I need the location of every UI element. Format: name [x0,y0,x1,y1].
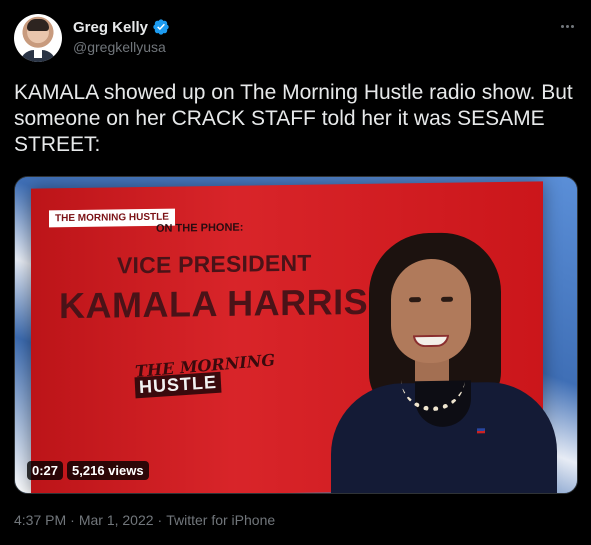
tv-screen: THE MORNING HUSTLE ON THE PHONE: VICE PR… [31,181,557,493]
meta-separator: · [157,512,163,528]
on-phone-label: ON THE PHONE: [156,221,244,235]
avatar[interactable] [14,14,62,62]
tweet-source[interactable]: Twitter for iPhone [166,512,275,528]
verified-badge-icon [152,18,170,36]
video-player[interactable]: THE MORNING HUSTLE ON THE PHONE: VICE PR… [14,176,578,494]
video-badges: 0:27 5,216 views [27,461,149,480]
title-line-2: KAMALA HARRIS [59,280,369,327]
tweet-text: KAMALA showed up on The Morning Hustle r… [14,81,573,156]
tweet-meta: 4:37 PM · Mar 1, 2022 · Twitter for iPho… [14,512,275,528]
meta-separator: · [70,512,75,528]
more-options-icon[interactable] [557,20,577,32]
display-name[interactable]: Greg Kelly [73,19,148,36]
video-duration: 0:27 [27,461,64,480]
author-name-row[interactable]: Greg Kelly [73,18,170,36]
tweet-date[interactable]: Mar 1, 2022 [79,512,154,528]
flag-pin-icon [477,428,485,434]
title-line-1: VICE PRESIDENT [117,249,312,279]
tweet-time[interactable]: 4:37 PM [14,512,66,528]
guest-portrait [331,231,557,493]
view-count: 5,216 views [67,461,149,480]
tweet-header: Greg Kelly @gregkellyusa [14,14,577,64]
handle[interactable]: @gregkellyusa [73,39,166,55]
